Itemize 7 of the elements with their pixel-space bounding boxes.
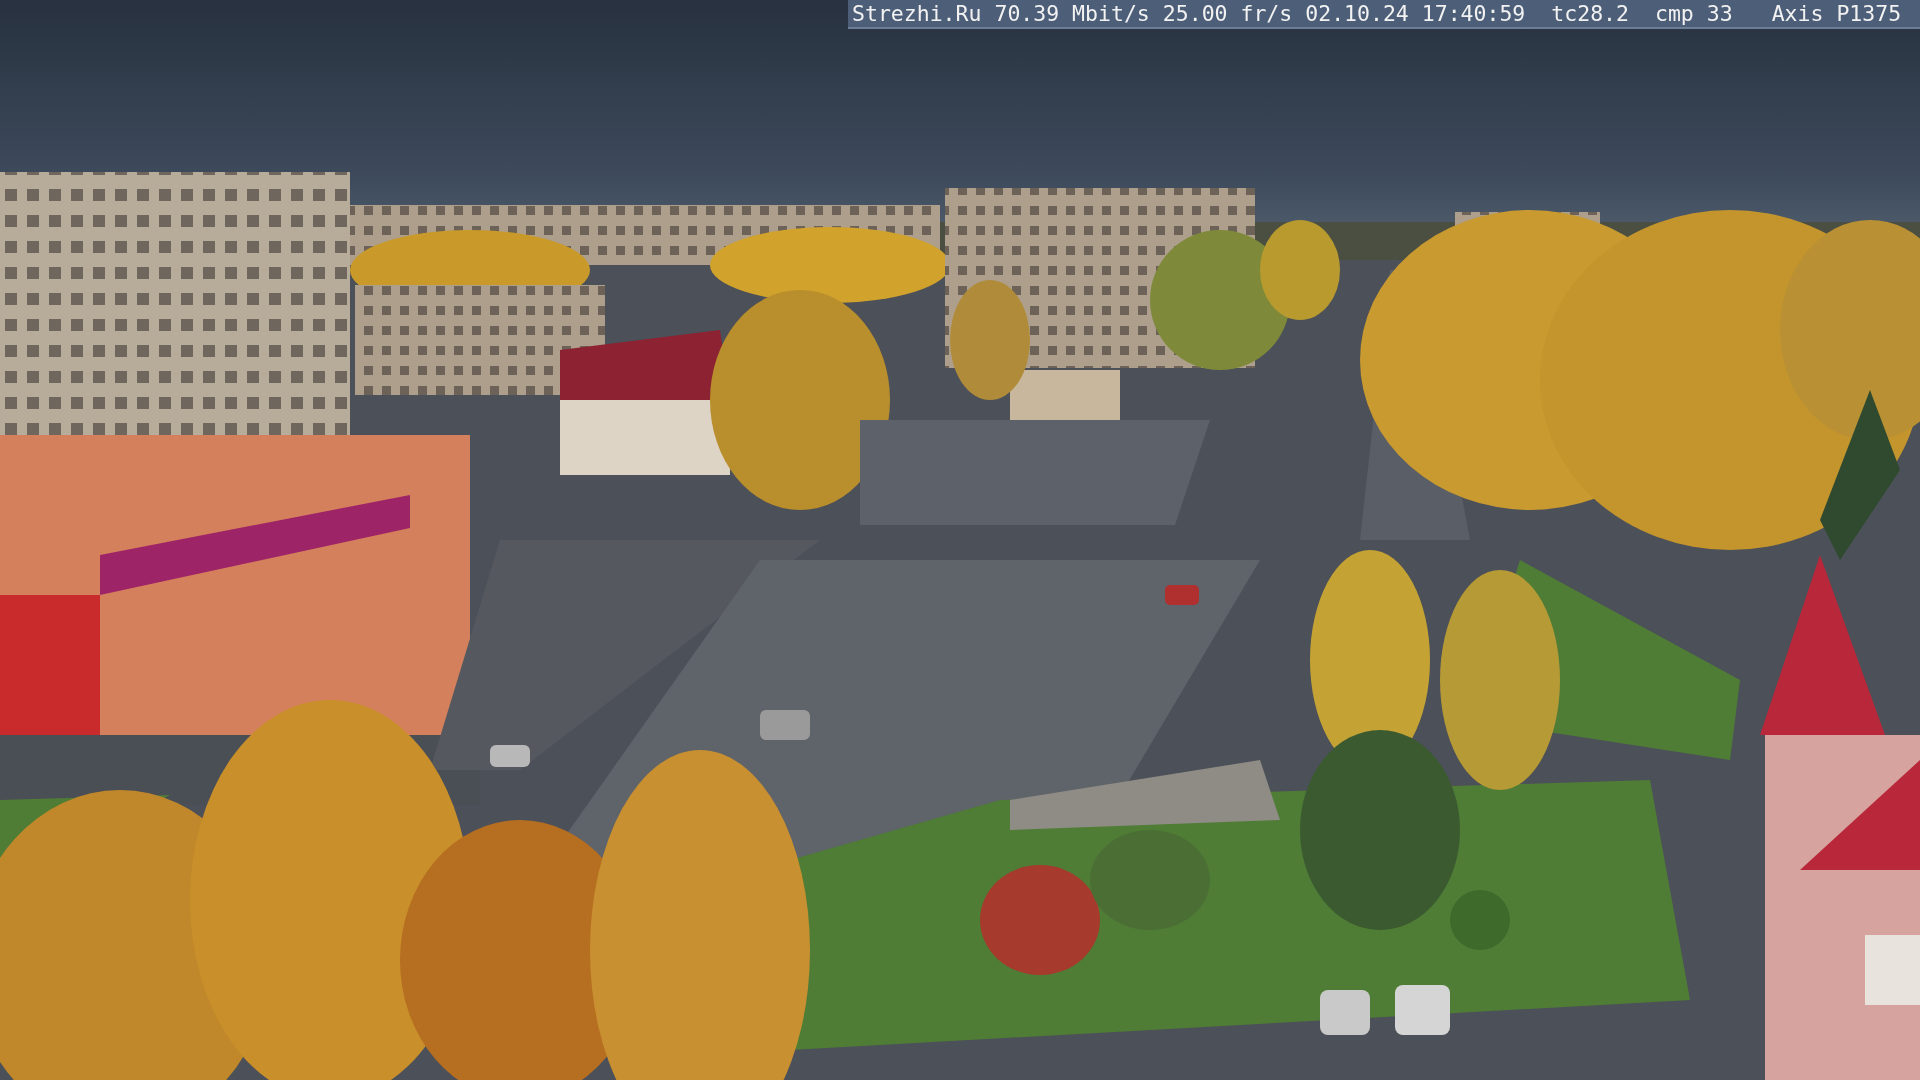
bitrate-text: 70.39 Mbit/s bbox=[994, 0, 1150, 27]
camera-model-text: Axis P1375 bbox=[1771, 0, 1902, 27]
frame-rate-text: 25.00 fr/s bbox=[1162, 0, 1293, 27]
timestamp-text: 02.10.24 17:40:59 bbox=[1305, 0, 1526, 27]
compression-text: cmp 33 bbox=[1655, 0, 1733, 27]
site-name-text: Strezhi.Ru bbox=[852, 0, 982, 27]
tc-value-text: tc28.2 bbox=[1551, 0, 1629, 27]
